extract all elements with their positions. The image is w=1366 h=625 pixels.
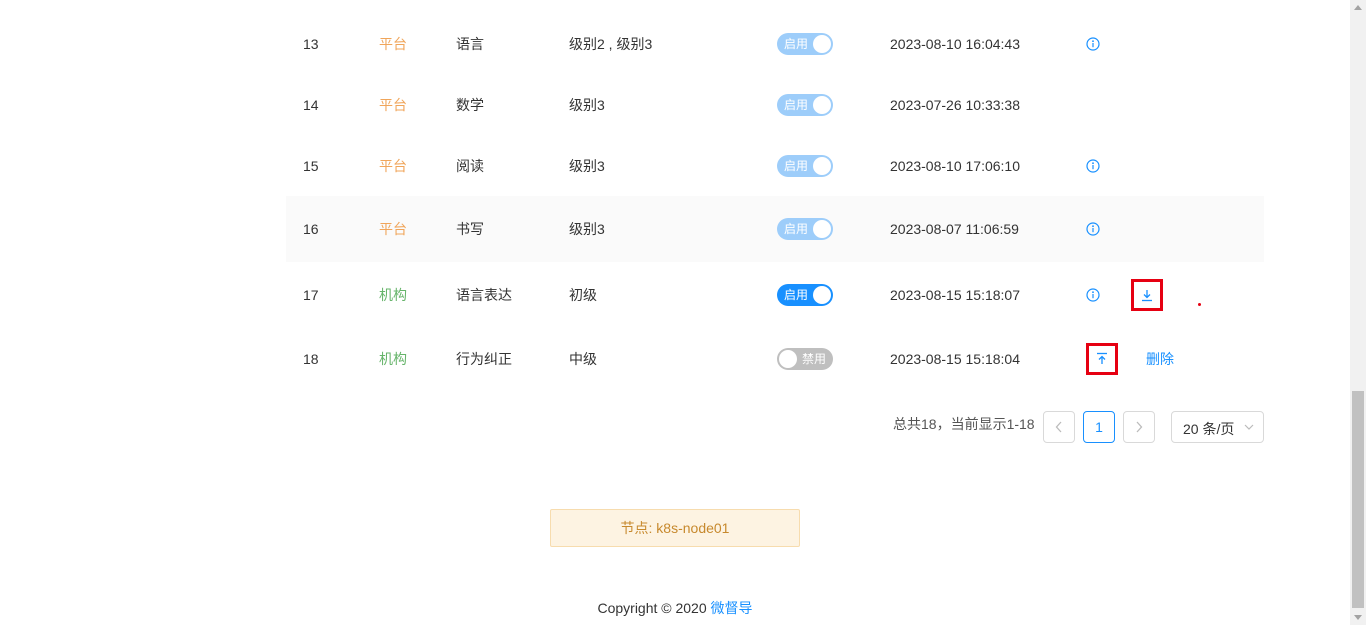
row-id: 15 xyxy=(303,157,319,174)
status-toggle-label: 启用 xyxy=(784,222,809,236)
table-row: 14 平台 数学 级别3 启用 2023-07-26 10:33:38 xyxy=(286,74,1264,135)
table-row: 18 机构 行为纠正 中级 禁用 2023-08-15 15:18:04 删除 xyxy=(286,328,1264,389)
row-time: 2023-08-10 17:06:10 xyxy=(890,157,1020,174)
row-name: 语言 xyxy=(456,35,484,52)
table-row: 13 平台 语言 级别2 , 级别3 启用 2023-08-10 16:04:4… xyxy=(286,13,1264,74)
toggle-knob xyxy=(813,286,831,304)
toggle-knob xyxy=(813,220,831,238)
row-level: 级别3 xyxy=(569,221,605,237)
status-toggle-label: 启用 xyxy=(784,158,809,173)
page-size-value: 20 条/页 xyxy=(1183,421,1235,437)
table-row: 17 机构 语言表达 初级 启用 2023-08-15 15:18:07 xyxy=(286,262,1264,328)
row-source: 平台 xyxy=(379,35,407,52)
toggle-knob xyxy=(779,349,797,368)
row-id: 17 xyxy=(303,287,319,303)
row-name: 书写 xyxy=(456,221,484,237)
chevron-down-icon xyxy=(1244,424,1254,430)
row-source: 机构 xyxy=(379,287,407,303)
status-toggle[interactable]: 启用 xyxy=(777,284,833,306)
row-level: 中级 xyxy=(569,350,597,367)
row-name: 语言表达 xyxy=(456,287,512,303)
row-name: 数学 xyxy=(456,96,484,113)
download-icon xyxy=(1142,290,1152,302)
footer: Copyright © 2020 微督导 xyxy=(0,598,1350,618)
row-time: 2023-08-07 11:06:59 xyxy=(890,221,1019,237)
row-time: 2023-08-10 16:04:43 xyxy=(890,35,1020,52)
toggle-knob xyxy=(813,156,831,175)
row-id: 16 xyxy=(303,221,319,237)
row-level: 初级 xyxy=(569,287,597,303)
triangle-down-icon xyxy=(1354,615,1362,620)
status-toggle[interactable]: 启用 xyxy=(777,218,833,240)
row-source: 平台 xyxy=(379,96,407,113)
info-icon[interactable] xyxy=(1086,288,1100,302)
page: 13 平台 语言 级别2 , 级别3 启用 2023-08-10 16:04:4… xyxy=(0,0,1366,625)
delete-link[interactable]: 删除 xyxy=(1146,349,1174,369)
download-button[interactable] xyxy=(1131,279,1163,311)
node-info-badge: 节点: k8s-node01 xyxy=(550,509,800,547)
status-toggle[interactable]: 启用 xyxy=(777,154,833,177)
row-source: 平台 xyxy=(379,221,407,237)
data-table: 13 平台 语言 级别2 , 级别3 启用 2023-08-10 16:04:4… xyxy=(286,13,1264,389)
status-toggle[interactable]: 禁用 xyxy=(777,347,833,370)
info-icon[interactable] xyxy=(1086,158,1100,173)
cursor-marker xyxy=(1198,303,1201,306)
page-button-current[interactable]: 1 xyxy=(1083,411,1115,443)
toggle-knob xyxy=(813,95,831,114)
row-name: 行为纠正 xyxy=(456,350,512,367)
upload-icon xyxy=(1097,352,1107,364)
row-time: 2023-08-15 15:18:04 xyxy=(890,350,1020,367)
pagination-summary: 总共18，当前显示1-18 xyxy=(893,416,1035,432)
status-toggle-label: 禁用 xyxy=(801,351,826,366)
status-toggle-label: 启用 xyxy=(784,288,809,302)
row-id: 13 xyxy=(303,35,319,52)
row-source: 机构 xyxy=(379,350,407,367)
footer-brand-link[interactable]: 微督导 xyxy=(711,600,753,616)
footer-copyright: Copyright © 2020 xyxy=(597,600,711,616)
row-source: 平台 xyxy=(379,157,407,174)
next-page-button[interactable] xyxy=(1123,411,1155,443)
triangle-up-icon xyxy=(1354,5,1362,10)
scroll-up-arrow[interactable] xyxy=(1350,0,1366,14)
row-id: 14 xyxy=(303,96,319,113)
info-icon[interactable] xyxy=(1086,222,1100,236)
chevron-left-icon xyxy=(1055,421,1062,433)
row-level: 级别2 , 级别3 xyxy=(569,35,653,52)
info-icon[interactable] xyxy=(1086,36,1100,51)
toggle-knob xyxy=(813,34,831,53)
row-level: 级别3 xyxy=(569,96,605,113)
table-row: 16 平台 书写 级别3 启用 2023-08-07 11:06:59 xyxy=(286,196,1264,262)
row-time: 2023-08-15 15:18:07 xyxy=(890,287,1020,303)
scrollbar-thumb[interactable] xyxy=(1352,391,1364,608)
table-row: 15 平台 阅读 级别3 启用 2023-08-10 17:06:10 xyxy=(286,135,1264,196)
upload-button[interactable] xyxy=(1086,343,1118,375)
row-time: 2023-07-26 10:33:38 xyxy=(890,96,1020,113)
status-toggle-label: 启用 xyxy=(784,97,809,112)
scroll-down-arrow[interactable] xyxy=(1350,611,1366,625)
row-id: 18 xyxy=(303,350,319,367)
chevron-right-icon xyxy=(1136,421,1143,433)
status-toggle[interactable]: 启用 xyxy=(777,93,833,116)
row-level: 级别3 xyxy=(569,157,605,174)
status-toggle[interactable]: 启用 xyxy=(777,32,833,55)
prev-page-button[interactable] xyxy=(1043,411,1075,443)
status-toggle-label: 启用 xyxy=(784,36,809,51)
row-name: 阅读 xyxy=(456,157,484,174)
page-size-select[interactable]: 20 条/页 xyxy=(1171,411,1264,443)
